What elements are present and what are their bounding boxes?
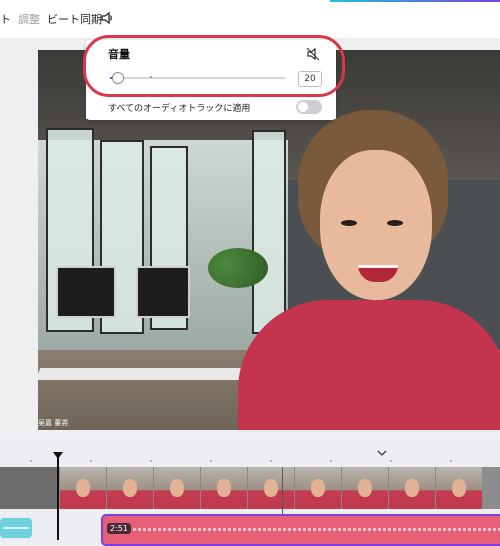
chevron-down-icon[interactable] [377, 449, 387, 458]
toggle-knob [298, 102, 308, 112]
presenter-eye [341, 220, 357, 226]
speaker-icon[interactable] [100, 10, 114, 29]
ruler-tick [30, 460, 32, 462]
playhead-handle[interactable] [53, 452, 63, 459]
background-monitor [56, 266, 116, 318]
annotation-highlight-ring [83, 35, 345, 97]
ruler-tick [390, 460, 392, 462]
apply-all-audio-toggle[interactable] [296, 100, 322, 114]
apply-all-audio-label: すべてのオーディオトラックに適用 [108, 104, 251, 114]
video-thumbnail[interactable] [154, 467, 201, 509]
video-thumbnail[interactable] [60, 467, 107, 509]
audio-clip-small[interactable] [0, 518, 32, 538]
background-monitor [136, 266, 190, 318]
ruler-tick [330, 460, 332, 462]
progress-gradient-line [330, 0, 500, 2]
presenter-shirt [238, 300, 500, 430]
audio-clip-selected[interactable] [101, 514, 500, 546]
ruler-tick [90, 460, 92, 462]
beat-sync-button[interactable]: ビート同期 [47, 11, 102, 27]
top-toolbar: ト 調整 ビート同期 [0, 0, 500, 38]
video-thumbnail[interactable] [436, 467, 483, 509]
ruler-tick [210, 460, 212, 462]
video-thumbnail[interactable] [248, 467, 295, 509]
presenter-eye [387, 220, 403, 226]
timeline-playhead[interactable] [57, 454, 59, 540]
toolbar-partial-item[interactable]: ト [0, 11, 11, 27]
video-thumbnail[interactable] [107, 467, 154, 509]
video-clip-gap[interactable] [0, 467, 58, 509]
video-thumbnail[interactable] [389, 467, 436, 509]
timeline-ruler[interactable] [0, 458, 500, 466]
audio-waveform [133, 528, 500, 531]
ruler-tick [270, 460, 272, 462]
presenter-person [198, 90, 500, 430]
video-thumbnail[interactable] [342, 467, 389, 509]
ruler-tick [450, 460, 452, 462]
video-watermark: 吴嘉 董尧 [38, 419, 69, 427]
audio-duration-badge: 2:51 [107, 523, 131, 534]
video-thumbnail[interactable] [295, 467, 342, 509]
ruler-tick [150, 460, 152, 462]
video-thumbnail[interactable] [201, 467, 248, 509]
adjust-button[interactable]: 調整 [18, 11, 40, 27]
